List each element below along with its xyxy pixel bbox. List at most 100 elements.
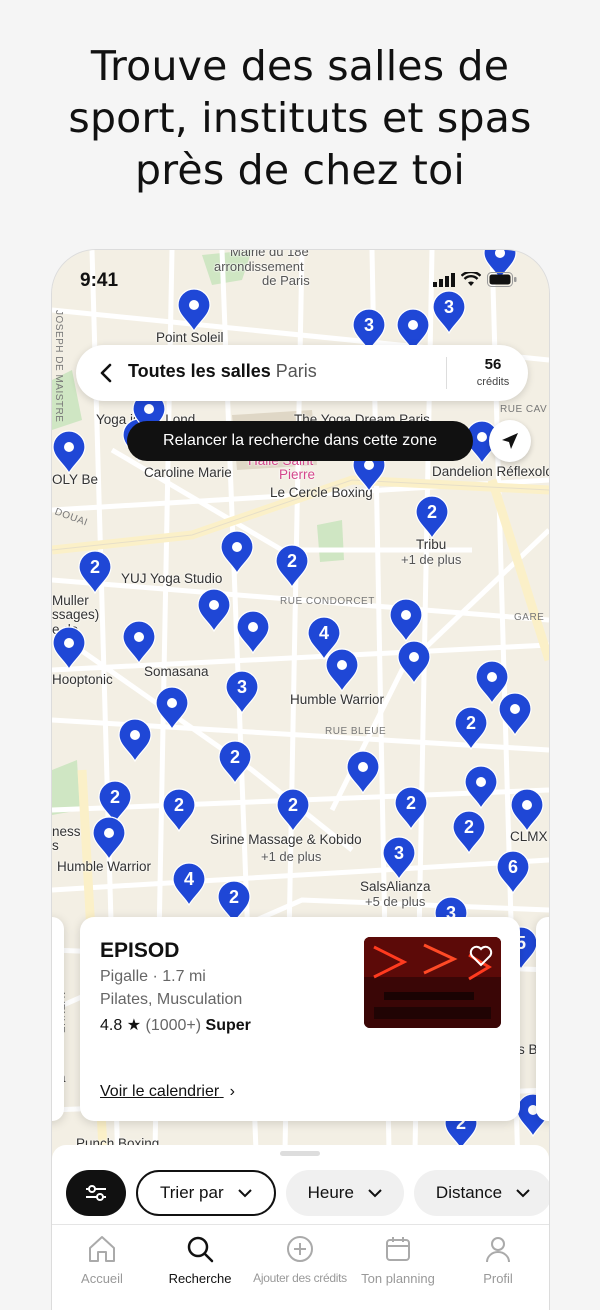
pin-count: 2: [229, 747, 240, 767]
map-pin-icon: [52, 626, 86, 671]
map-venue-pin[interactable]: [464, 765, 498, 810]
pin-count: 2: [405, 793, 416, 813]
map-cluster-pin[interactable]: 6: [496, 850, 530, 895]
street-label: RUE CONDORCET: [280, 596, 375, 607]
search-bar[interactable]: Toutes les salles Paris 56 crédits: [76, 345, 528, 401]
map-venue-pin[interactable]: [92, 816, 126, 861]
street-label: JOSEPH DE MAISTRE: [53, 310, 64, 423]
map-venue-pin[interactable]: [52, 626, 86, 671]
pin-count: 2: [89, 557, 100, 577]
tab-home[interactable]: Accueil: [52, 1233, 152, 1286]
back-chevron-icon[interactable]: [94, 359, 118, 387]
filters-button[interactable]: [66, 1170, 126, 1216]
map-venue-pin[interactable]: [389, 598, 423, 643]
tab-label: Ton planning: [361, 1271, 435, 1286]
pin-count: 2: [465, 713, 476, 733]
rating-quality: Super: [205, 1017, 251, 1034]
venue-card[interactable]: EPISOD Pigalle · 1.7 mi Pilates, Muscula…: [80, 917, 520, 1121]
calendar-link[interactable]: Voir le calendrier ›: [100, 1083, 235, 1101]
status-icons: [433, 272, 517, 287]
calendar-link-text: Voir le calendrier: [100, 1083, 220, 1100]
pin-count: 3: [363, 315, 374, 335]
map-cluster-pin[interactable]: 2: [162, 788, 196, 833]
street-label: RUE CAV: [500, 404, 548, 415]
previous-card-peek[interactable]: [52, 917, 64, 1121]
map-pin-icon: [389, 598, 423, 643]
map-cluster-pin[interactable]: 2: [218, 740, 252, 785]
sort-dropdown[interactable]: Trier par: [136, 1170, 276, 1216]
place-label: Caroline Marie: [144, 465, 232, 480]
map-cluster-pin[interactable]: 3: [382, 836, 416, 881]
map-pin-icon: [498, 692, 532, 737]
map-venue-pin[interactable]: [122, 620, 156, 665]
map-cluster-pin[interactable]: 2: [78, 550, 112, 595]
place-label: Somasana: [144, 664, 209, 679]
search-city: Paris: [275, 361, 317, 381]
star-icon: ★: [126, 1017, 142, 1034]
filter-bar: Trier par Heure Distance: [66, 1170, 549, 1216]
map-pin-icon: [118, 718, 152, 763]
profile-icon: [486, 1237, 510, 1263]
map-venue-pin[interactable]: [236, 610, 270, 655]
pin-count: 2: [287, 795, 298, 815]
map-pin-icon: [197, 588, 231, 633]
battery-icon: [487, 272, 517, 287]
place-label: Muller: [52, 593, 89, 608]
map-pin-icon: [220, 530, 254, 575]
sliders-icon: [86, 1185, 106, 1201]
venue-location: Pigalle · 1.7 mi: [100, 968, 206, 985]
map-cluster-pin[interactable]: 3: [225, 670, 259, 715]
relaunch-search-button[interactable]: Relancer la recherche dans cette zone: [127, 421, 473, 461]
map-pin-icon: [397, 640, 431, 685]
place-label: YUJ Yoga Studio: [121, 571, 223, 586]
map-cluster-pin[interactable]: 2: [452, 810, 486, 855]
favorite-heart-icon[interactable]: [469, 945, 493, 967]
map-cluster-pin[interactable]: 2: [276, 788, 310, 833]
place-label: Sirine Massage & Kobido: [210, 832, 362, 847]
place-label: s: [52, 838, 59, 853]
map-venue-pin[interactable]: [510, 788, 544, 833]
map-venue-pin[interactable]: [397, 640, 431, 685]
tab-add-credits[interactable]: Ajouter des crédits: [250, 1233, 350, 1285]
map-cluster-pin[interactable]: 2: [415, 495, 449, 540]
map-venue-pin[interactable]: [197, 588, 231, 633]
place-label: Pierre: [279, 467, 316, 482]
next-card-peek[interactable]: [536, 917, 549, 1121]
map-cluster-pin[interactable]: 2: [394, 786, 428, 831]
sheet-grabber[interactable]: [280, 1151, 320, 1156]
map[interactable]: Mairie du 18e arrondissement de Paris JO…: [52, 250, 549, 1310]
map-venue-pin[interactable]: [220, 530, 254, 575]
map-venue-pin[interactable]: [325, 648, 359, 693]
home-icon: [89, 1236, 115, 1262]
map-cluster-pin[interactable]: 4: [172, 862, 206, 907]
time-dropdown[interactable]: Heure: [285, 1170, 404, 1216]
pin-count: 2: [109, 787, 120, 807]
map-pin-icon: [325, 648, 359, 693]
map-venue-pin[interactable]: [155, 686, 189, 731]
locate-me-button[interactable]: [489, 420, 531, 462]
location-arrow-icon: [502, 433, 518, 449]
map-pin-icon: [52, 430, 86, 475]
tab-label: Accueil: [81, 1271, 123, 1286]
tab-profile[interactable]: Profil: [448, 1233, 548, 1286]
map-venue-pin[interactable]: [346, 750, 380, 795]
map-pin-icon: [236, 610, 270, 655]
place-label: +1 de plus: [261, 849, 322, 864]
map-venue-pin[interactable]: [498, 692, 532, 737]
distance-dropdown[interactable]: Distance: [413, 1170, 549, 1216]
time-label: Heure: [307, 1183, 354, 1202]
status-time: 9:41: [80, 270, 119, 291]
tab-search[interactable]: Recherche: [150, 1233, 250, 1286]
tab-bar: Accueil Recherche Ajouter des crédits To…: [52, 1224, 549, 1310]
tab-planning[interactable]: Ton planning: [348, 1233, 448, 1286]
rating-value: 4.8: [100, 1017, 123, 1034]
place-label: ness: [52, 824, 81, 839]
search-title-text: Toutes les salles: [128, 361, 271, 381]
map-cluster-pin[interactable]: 2: [275, 544, 309, 589]
map-venue-pin[interactable]: [52, 430, 86, 475]
chevron-down-icon: [368, 1188, 382, 1197]
street-label: GARE: [514, 612, 545, 623]
map-cluster-pin[interactable]: 2: [454, 706, 488, 751]
map-venue-pin[interactable]: [118, 718, 152, 763]
chevron-down-icon: [237, 1188, 252, 1197]
